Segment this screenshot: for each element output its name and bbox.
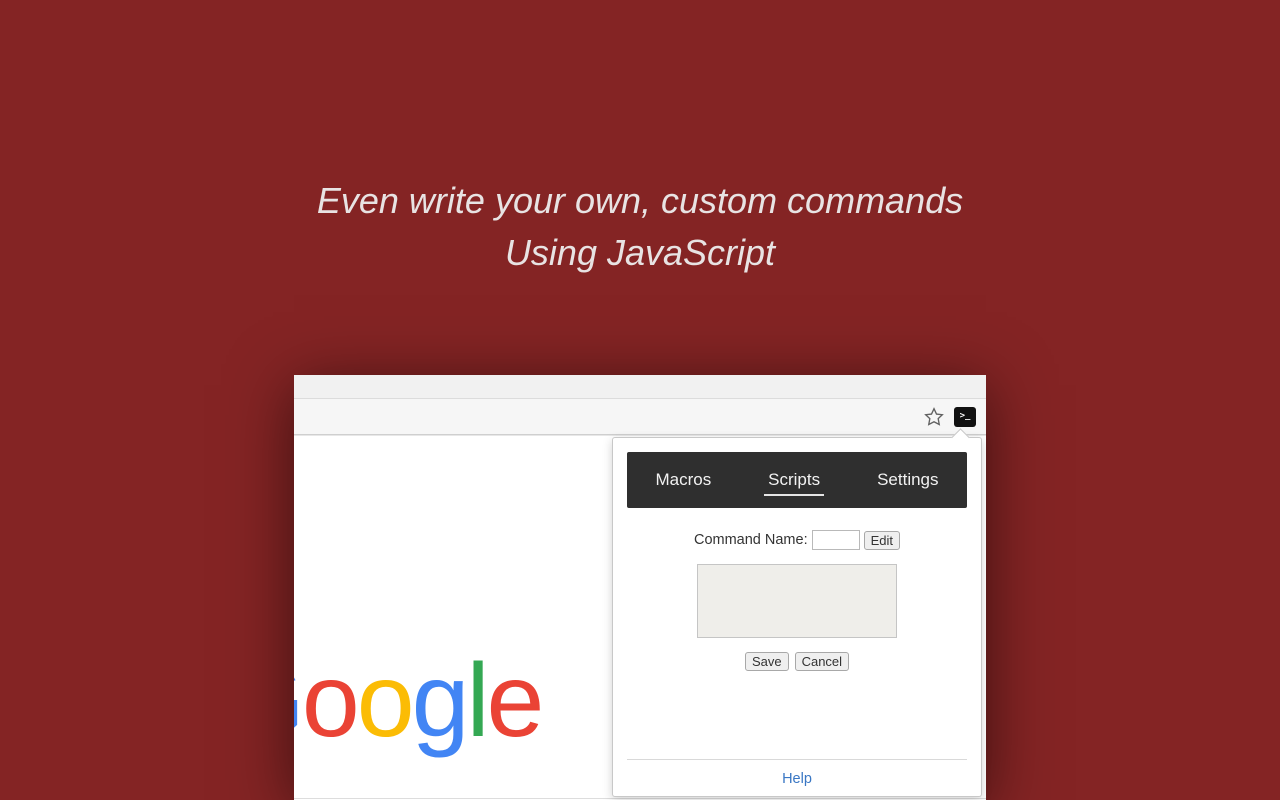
cancel-button[interactable]: Cancel: [795, 652, 849, 671]
logo-letter: G: [294, 643, 302, 759]
command-name-label: Command Name:: [694, 532, 808, 548]
tab-scripts[interactable]: Scripts: [764, 464, 824, 496]
tab-settings[interactable]: Settings: [873, 464, 942, 496]
star-icon[interactable]: [924, 407, 944, 427]
tab-macros[interactable]: Macros: [651, 464, 715, 496]
browser-address-bar: >_: [294, 399, 986, 435]
logo-letter: g: [412, 643, 467, 759]
extension-popup: Macros Scripts Settings Command Name: Ed…: [612, 437, 982, 797]
logo-letter: l: [466, 643, 486, 759]
logo-letter: o: [302, 643, 357, 759]
help-link[interactable]: Help: [782, 771, 812, 787]
google-logo: Google: [294, 649, 541, 753]
promo-headline: Even write your own, custom commands Usi…: [0, 175, 1280, 279]
popup-footer: Help: [627, 759, 967, 788]
headline-line-1: Even write your own, custom commands: [0, 175, 1280, 227]
command-name-input[interactable]: [812, 530, 860, 550]
edit-button[interactable]: Edit: [864, 531, 900, 550]
logo-letter: o: [357, 643, 412, 759]
search-box-top-border: [294, 798, 986, 799]
script-textarea[interactable]: [697, 564, 897, 638]
terminal-extension-icon[interactable]: >_: [954, 407, 976, 427]
save-cancel-row: Save Cancel: [627, 652, 967, 671]
browser-tab-strip: [294, 375, 986, 399]
popup-tabbar: Macros Scripts Settings: [627, 452, 967, 508]
command-name-row: Command Name: Edit: [627, 530, 967, 550]
headline-line-2: Using JavaScript: [0, 227, 1280, 279]
terminal-glyph: >_: [960, 412, 971, 421]
popup-body: Command Name: Edit Save Cancel: [613, 508, 981, 671]
browser-window: >_ Google Macros Scripts Settings Comman…: [294, 375, 986, 800]
logo-letter: e: [487, 643, 542, 759]
save-button[interactable]: Save: [745, 652, 789, 671]
